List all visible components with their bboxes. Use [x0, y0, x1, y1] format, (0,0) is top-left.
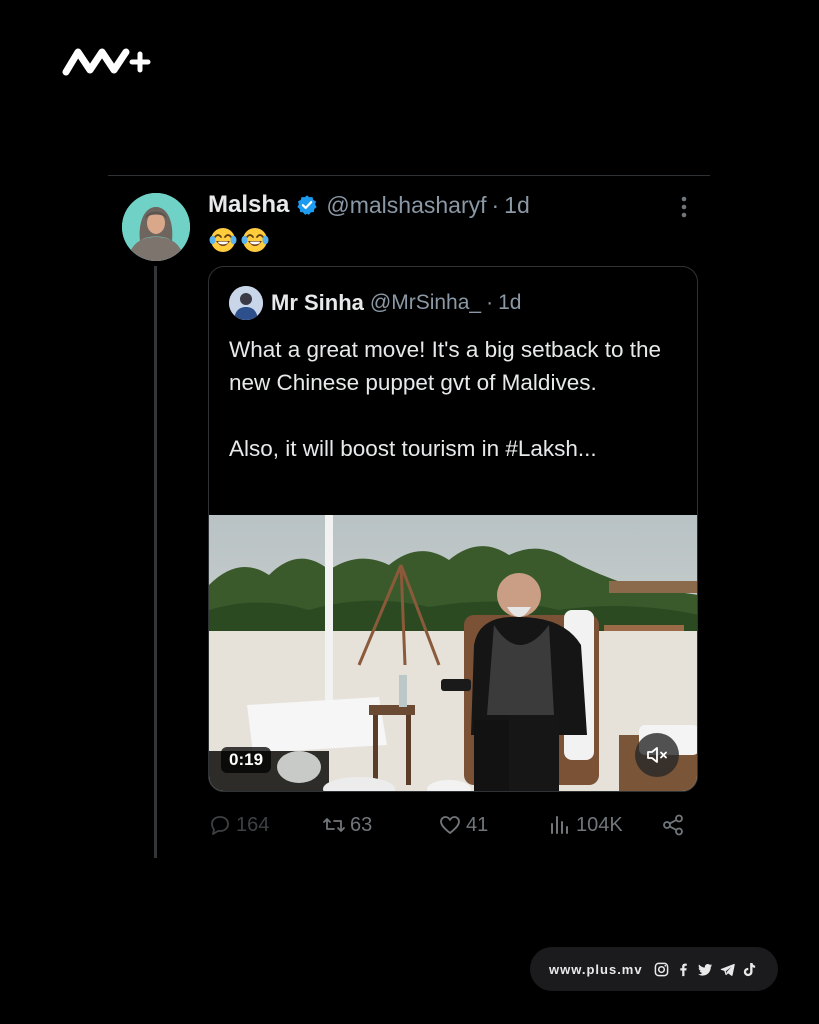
like-count: 41 [466, 813, 489, 836]
share-icon [663, 814, 683, 836]
thread-line [154, 266, 157, 858]
telegram-icon[interactable] [720, 962, 735, 977]
post-time[interactable]: 1d [504, 192, 530, 219]
divider [108, 175, 710, 176]
avatar[interactable] [122, 193, 190, 261]
views-button[interactable]: 104K [548, 810, 623, 840]
website-link[interactable]: www.plus.mv [549, 962, 643, 977]
separator-dot: · [491, 191, 500, 218]
retweet-icon [323, 818, 345, 832]
face-with-tears-of-joy-icon [241, 228, 269, 252]
tiktok-icon[interactable] [742, 962, 757, 977]
quote-header: Mr Sinha @MrSinha_ · 1d [229, 285, 521, 321]
avatar-image [122, 193, 190, 261]
more-vertical-icon[interactable] [676, 194, 692, 220]
author-name[interactable]: Malsha [208, 191, 289, 219]
tweet-text [208, 224, 270, 256]
face-with-tears-of-joy-icon [209, 228, 237, 252]
facebook-icon[interactable] [676, 962, 691, 977]
tweet-actions: 164 63 41 104K [0, 810, 819, 840]
quote-avatar-image [229, 286, 263, 320]
video-thumbnail [209, 515, 697, 791]
instagram-icon[interactable] [654, 962, 669, 977]
reply-count: 164 [236, 813, 270, 836]
footer-social-bar: www.plus.mv [530, 947, 778, 991]
author-handle[interactable]: @malshasharyf [326, 192, 486, 219]
heart-icon [440, 816, 460, 834]
quote-author-name[interactable]: Mr Sinha [271, 290, 364, 316]
retweet-button[interactable]: 63 [322, 810, 372, 840]
like-button[interactable]: 41 [438, 810, 488, 840]
reply-button[interactable]: 164 [208, 810, 269, 840]
reply-icon [211, 816, 229, 835]
verified-badge-icon [297, 195, 317, 215]
quoted-tweet-card[interactable]: Mr Sinha @MrSinha_ · 1d What a great mov… [208, 266, 698, 792]
view-count: 104K [576, 813, 623, 836]
quote-avatar[interactable] [229, 286, 263, 320]
share-button[interactable] [661, 810, 685, 840]
separator-dot: · [486, 291, 494, 314]
quote-author-handle[interactable]: @MrSinha_ [370, 291, 481, 315]
quote-post-time: 1d [498, 291, 522, 314]
video-duration: 0:19 [221, 747, 272, 773]
quote-text: What a great move! It's a big setback to… [229, 337, 662, 461]
video-player[interactable]: 0:19 [209, 515, 697, 791]
speaker-muted-icon [647, 747, 667, 763]
tweet-header: Malsha @malshasharyf · 1d [208, 190, 530, 220]
views-chart-icon [551, 816, 568, 834]
twitter-icon[interactable] [697, 962, 713, 977]
mv-plus-logo-icon [62, 48, 151, 76]
retweet-count: 63 [350, 813, 373, 836]
mute-button[interactable] [635, 733, 679, 777]
